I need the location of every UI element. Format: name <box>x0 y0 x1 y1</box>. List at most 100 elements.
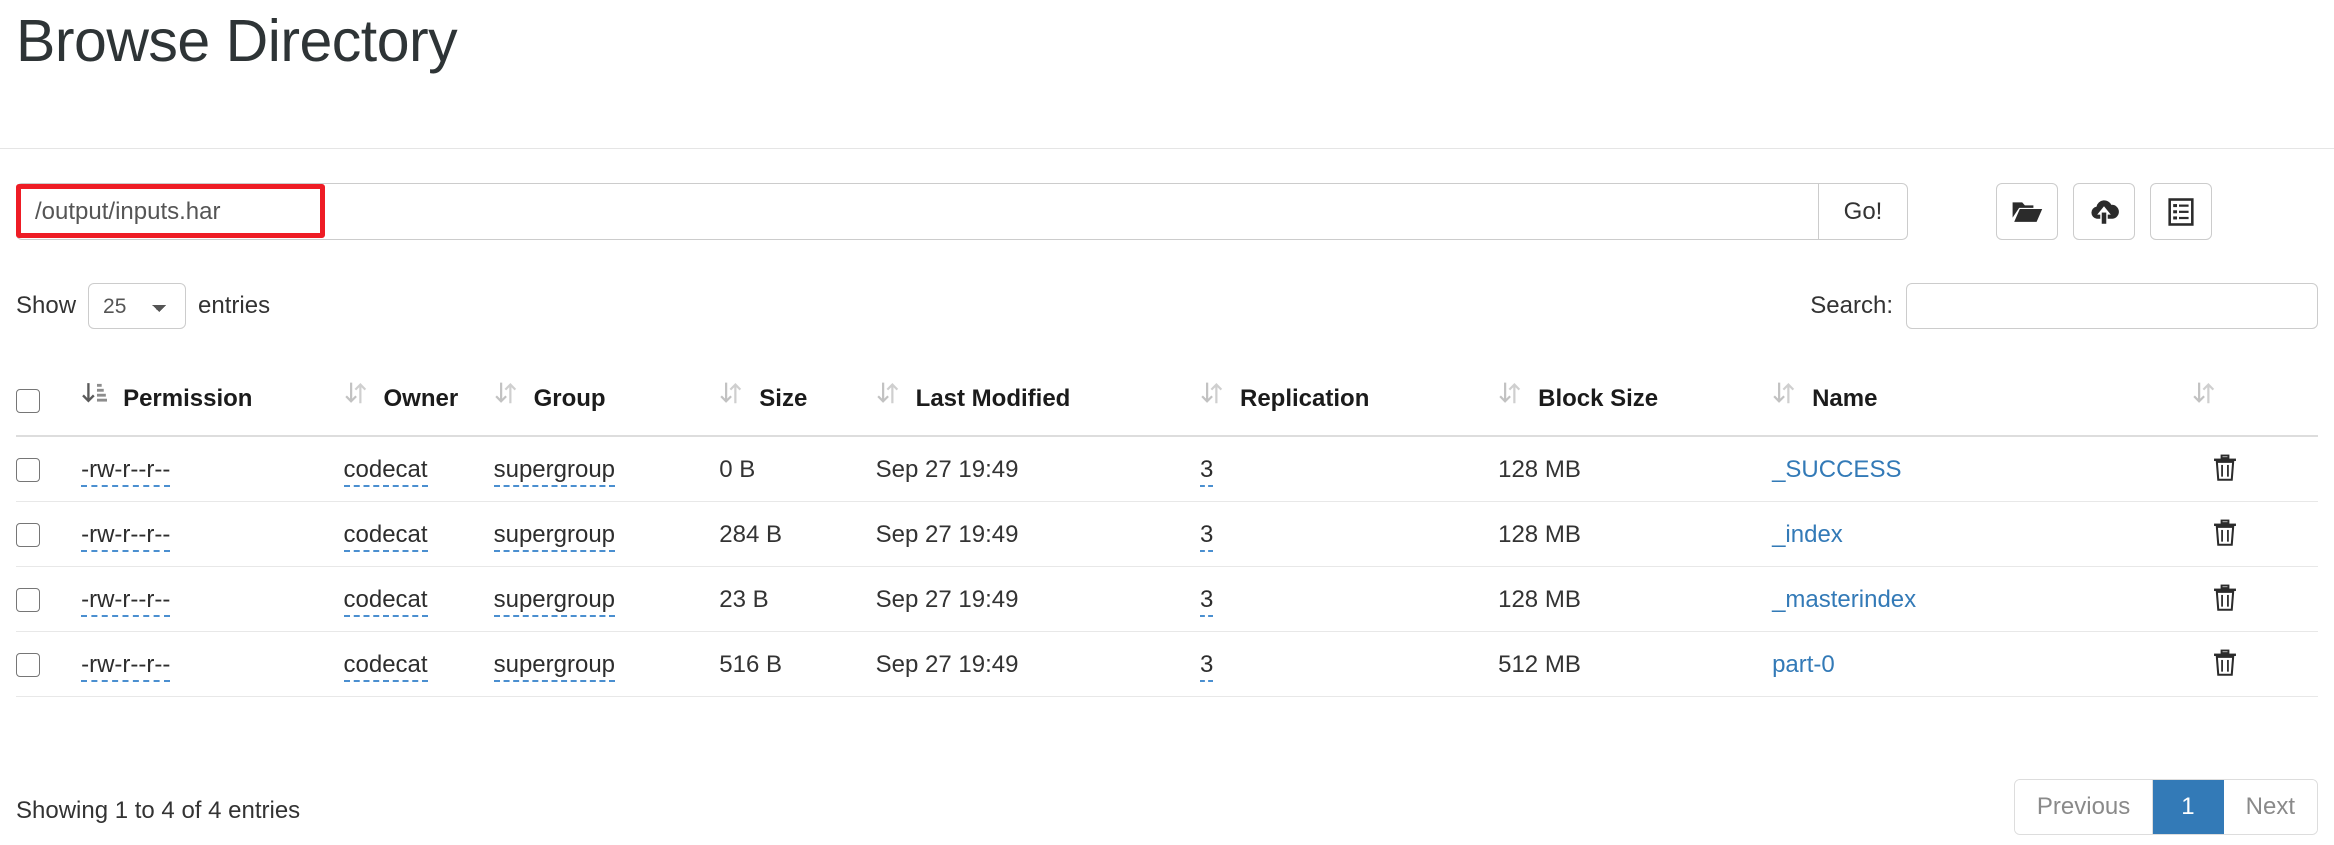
header-group-label: Group <box>533 385 606 412</box>
title-divider <box>0 148 2334 149</box>
sort-icon[interactable] <box>719 380 743 413</box>
search-control: Search: <box>1810 283 2318 329</box>
sort-icon[interactable] <box>1200 380 1224 413</box>
replication-value[interactable]: 3 <box>1200 650 1214 682</box>
cell-size: 23 B <box>719 566 876 632</box>
header-permission[interactable]: Permission <box>81 380 344 437</box>
row-checkbox[interactable] <box>16 522 40 547</box>
show-label: Show <box>16 292 77 319</box>
cell-group: supergroup <box>493 566 720 632</box>
permission-value[interactable]: -rw-r--r-- <box>81 455 171 487</box>
cell-block-size: 128 MB <box>1498 566 1773 632</box>
page-length-select[interactable]: 25 <box>88 283 187 329</box>
owner-value[interactable]: codecat <box>343 650 428 682</box>
header-block-size-label: Block Size <box>1538 385 1659 412</box>
group-value[interactable]: supergroup <box>493 650 616 682</box>
search-label: Search: <box>1810 292 1893 319</box>
row-checkbox[interactable] <box>16 457 40 482</box>
header-replication-label: Replication <box>1240 385 1370 412</box>
upload-files-button[interactable] <box>2073 183 2135 240</box>
cut-high-availability-button[interactable] <box>2150 183 2212 240</box>
table-header-row: Permission Owner Group Size Last Modifie… <box>16 380 2318 437</box>
group-value[interactable]: supergroup <box>493 455 616 487</box>
pagination-next[interactable]: Next <box>2223 780 2317 834</box>
header-size-label: Size <box>759 385 808 412</box>
sort-icon[interactable] <box>1772 380 1796 413</box>
go-button[interactable]: Go! <box>1818 183 1908 240</box>
browse-directory-page: Browse Directory Go! <box>0 0 2334 845</box>
header-last-modified[interactable]: Last Modified <box>875 380 1200 437</box>
delete-file-button[interactable] <box>2212 584 2238 615</box>
cell-owner: codecat <box>343 566 494 632</box>
trash-icon <box>2212 519 2238 550</box>
replication-value[interactable]: 3 <box>1200 455 1214 487</box>
sort-icon[interactable] <box>494 380 518 413</box>
header-replication[interactable]: Replication <box>1200 380 1499 437</box>
select-all-checkbox[interactable] <box>16 389 40 413</box>
cell-actions <box>2191 436 2318 502</box>
row-select-cell <box>16 501 82 567</box>
owner-value[interactable]: codecat <box>343 585 428 617</box>
cell-size: 0 B <box>719 436 876 502</box>
permission-value[interactable]: -rw-r--r-- <box>81 585 171 617</box>
trash-icon <box>2212 649 2238 680</box>
trash-icon <box>2212 584 2238 615</box>
permission-value[interactable]: -rw-r--r-- <box>81 650 171 682</box>
table-body: -rw-r--r-- codecat supergroup 0 B Sep 27… <box>16 436 2318 697</box>
replication-value[interactable]: 3 <box>1200 520 1214 552</box>
permission-value[interactable]: -rw-r--r-- <box>81 520 171 552</box>
sort-desc-active-icon[interactable] <box>81 380 108 413</box>
new-directory-button[interactable] <box>1996 183 2058 240</box>
pagination-previous[interactable]: Previous <box>2014 780 2154 834</box>
delete-file-button[interactable] <box>2212 519 2238 550</box>
cell-replication: 3 <box>1200 436 1499 502</box>
file-name-link[interactable]: _masterindex <box>1772 586 1916 613</box>
cell-size: 284 B <box>719 501 876 567</box>
header-actions[interactable] <box>2191 380 2318 437</box>
path-input[interactable] <box>16 183 1818 240</box>
row-checkbox[interactable] <box>16 652 40 677</box>
cell-permission: -rw-r--r-- <box>81 566 344 632</box>
table-head: Permission Owner Group Size Last Modifie… <box>16 380 2318 437</box>
header-size[interactable]: Size <box>719 380 876 437</box>
header-block-size[interactable]: Block Size <box>1498 380 1773 437</box>
sort-icon[interactable] <box>876 380 900 413</box>
length-control: Show 25 entries <box>16 283 270 329</box>
cell-size: 516 B <box>719 631 876 697</box>
cell-last-modified: Sep 27 19:49 <box>875 436 1200 502</box>
table-row: -rw-r--r-- codecat supergroup 516 B Sep … <box>16 631 2318 697</box>
sort-icon[interactable] <box>1498 380 1522 413</box>
row-select-cell <box>16 566 82 632</box>
header-owner[interactable]: Owner <box>343 380 494 437</box>
sort-icon[interactable] <box>344 380 368 413</box>
cell-replication: 3 <box>1200 631 1499 697</box>
group-value[interactable]: supergroup <box>493 520 616 552</box>
cell-block-size: 128 MB <box>1498 501 1773 567</box>
search-input[interactable] <box>1906 283 2318 329</box>
cell-name: part-0 <box>1772 631 2192 697</box>
header-group[interactable]: Group <box>493 380 720 437</box>
delete-file-button[interactable] <box>2212 649 2238 680</box>
owner-value[interactable]: codecat <box>343 520 428 552</box>
file-name-link[interactable]: part-0 <box>1772 651 1835 678</box>
file-name-link[interactable]: _SUCCESS <box>1772 456 1901 483</box>
cell-permission: -rw-r--r-- <box>81 631 344 697</box>
row-checkbox[interactable] <box>16 587 40 612</box>
cell-name: _masterindex <box>1772 566 2192 632</box>
row-select-cell <box>16 436 82 502</box>
replication-value[interactable]: 3 <box>1200 585 1214 617</box>
table-info: Showing 1 to 4 of 4 entries <box>16 797 301 824</box>
file-name-link[interactable]: _index <box>1772 521 1843 548</box>
owner-value[interactable]: codecat <box>343 455 428 487</box>
group-value[interactable]: supergroup <box>493 585 616 617</box>
cloud-upload-icon <box>2088 198 2120 225</box>
delete-file-button[interactable] <box>2212 454 2238 485</box>
table-row: -rw-r--r-- codecat supergroup 284 B Sep … <box>16 501 2318 567</box>
sort-icon[interactable] <box>2192 380 2216 413</box>
header-name[interactable]: Name <box>1772 380 2192 437</box>
cell-name: _SUCCESS <box>1772 436 2192 502</box>
cell-actions <box>2191 501 2318 567</box>
path-bar: Go! <box>16 183 1908 240</box>
pagination-page-1[interactable]: 1 <box>2153 780 2224 834</box>
cell-last-modified: Sep 27 19:49 <box>875 566 1200 632</box>
